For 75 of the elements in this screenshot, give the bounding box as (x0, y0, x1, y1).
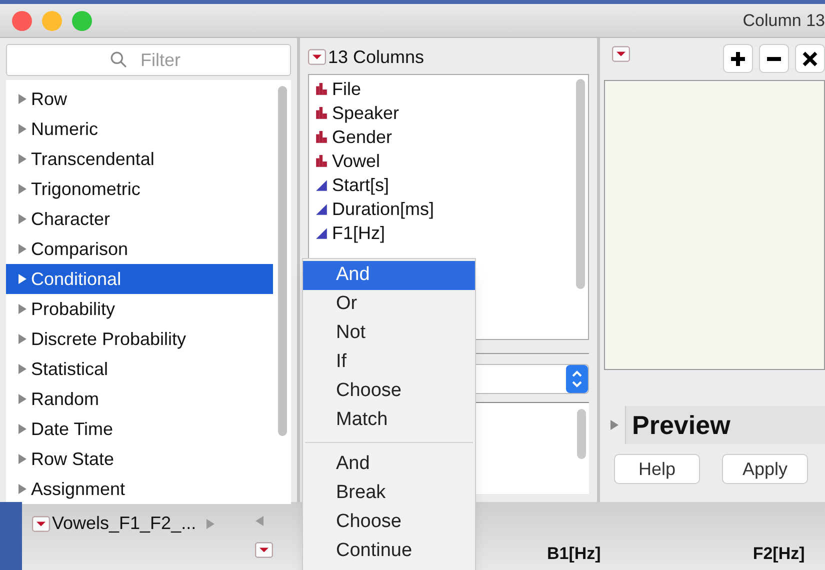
menu-item[interactable]: Choose (303, 377, 475, 406)
scrollbar-thumb[interactable] (576, 79, 584, 289)
minus-button[interactable] (759, 44, 789, 73)
category-item[interactable]: Assignment (6, 474, 273, 504)
disclosure-triangle-icon (18, 94, 27, 104)
column-item[interactable]: Speaker (315, 101, 572, 125)
column-item[interactable]: File (315, 77, 572, 101)
plus-button[interactable] (723, 44, 753, 73)
category-item[interactable]: Statistical (6, 354, 273, 384)
category-item[interactable]: Comparison (6, 234, 273, 264)
column-header: F2[Hz] (752, 542, 805, 564)
filter-field[interactable]: Filter (6, 44, 291, 76)
column-item[interactable]: Start[s] (315, 173, 572, 197)
bar-chart-icon (315, 82, 328, 96)
triangle-ramp-icon (315, 202, 328, 216)
disclosure-triangle-icon (18, 364, 27, 374)
category-item[interactable]: Probability (6, 294, 273, 324)
window-title: Column 13 (742, 10, 825, 32)
disclosure-triangle-icon (18, 274, 27, 284)
scrollbar-thumb[interactable] (576, 409, 586, 459)
plus-icon (730, 50, 746, 66)
disclosure-triangle-icon (18, 304, 27, 314)
column-item[interactable]: F1[Hz] (315, 221, 572, 245)
bar-chart-icon (315, 130, 328, 144)
column-item[interactable]: Gender (315, 125, 572, 149)
disclosure-triangle-icon (18, 484, 27, 494)
disclosure-triangle-icon (18, 124, 27, 134)
category-item[interactable]: Numeric (6, 114, 273, 144)
disclosure-triangle-icon (18, 454, 27, 464)
preview-header[interactable]: Preview (625, 406, 825, 444)
dialog-button[interactable]: Help (614, 454, 700, 484)
disclosure-triangle-icon (18, 244, 27, 254)
triangle-ramp-icon (315, 178, 328, 192)
expand-triangle-icon (610, 420, 619, 430)
column-item[interactable]: Duration[ms] (315, 197, 572, 221)
menu-item[interactable]: Break (303, 479, 475, 508)
minus-icon (766, 56, 782, 60)
column-header: B1[Hz] (547, 542, 601, 564)
category-item[interactable]: Character (6, 204, 273, 234)
category-item[interactable]: Transcendental (6, 144, 273, 174)
category-item[interactable]: Trigonometric (6, 174, 273, 204)
menu-item[interactable]: Or (303, 290, 475, 319)
triangle-ramp-icon (315, 226, 328, 240)
category-item[interactable]: Conditional (6, 264, 273, 294)
category-item[interactable]: Date Time (6, 414, 273, 444)
back-arrow-icon (255, 516, 264, 526)
columns-header: 13 Columns (328, 46, 424, 68)
disclosure-triangle-icon (18, 334, 27, 344)
disclosure-triangle-icon (18, 184, 27, 194)
disclosure-triangle-icon (18, 154, 27, 164)
menu-item[interactable]: If (303, 348, 475, 377)
bar-chart-icon (315, 154, 328, 168)
column-item[interactable]: Vowel (315, 149, 572, 173)
disclosure-triangle-icon (18, 424, 27, 434)
category-item[interactable]: Row (6, 84, 273, 114)
category-item[interactable]: Random (6, 384, 273, 414)
menu-item[interactable]: Match (303, 406, 475, 435)
menu-item[interactable]: Not (303, 319, 475, 348)
window-edge-strip (0, 502, 22, 570)
table-tab[interactable]: Vowels_F1_F2_... (52, 510, 196, 537)
menu-item[interactable]: Choose (303, 508, 475, 537)
close-button[interactable] (795, 44, 825, 73)
menu-item[interactable]: Continue (303, 537, 475, 566)
close-icon (802, 50, 818, 66)
disclosure-triangle-icon (18, 394, 27, 404)
menu-item[interactable]: And (303, 261, 475, 290)
category-item[interactable]: Discrete Probability (6, 324, 273, 354)
bar-chart-icon (315, 106, 328, 120)
category-item[interactable]: Row State (6, 444, 273, 474)
scrollbar-thumb[interactable] (278, 86, 286, 436)
search-icon (110, 51, 127, 68)
dialog-button[interactable]: Apply (722, 454, 808, 484)
play-arrow-icon (206, 518, 216, 528)
disclosure-triangle-icon (18, 214, 27, 224)
menu-item[interactable]: And (303, 450, 475, 479)
